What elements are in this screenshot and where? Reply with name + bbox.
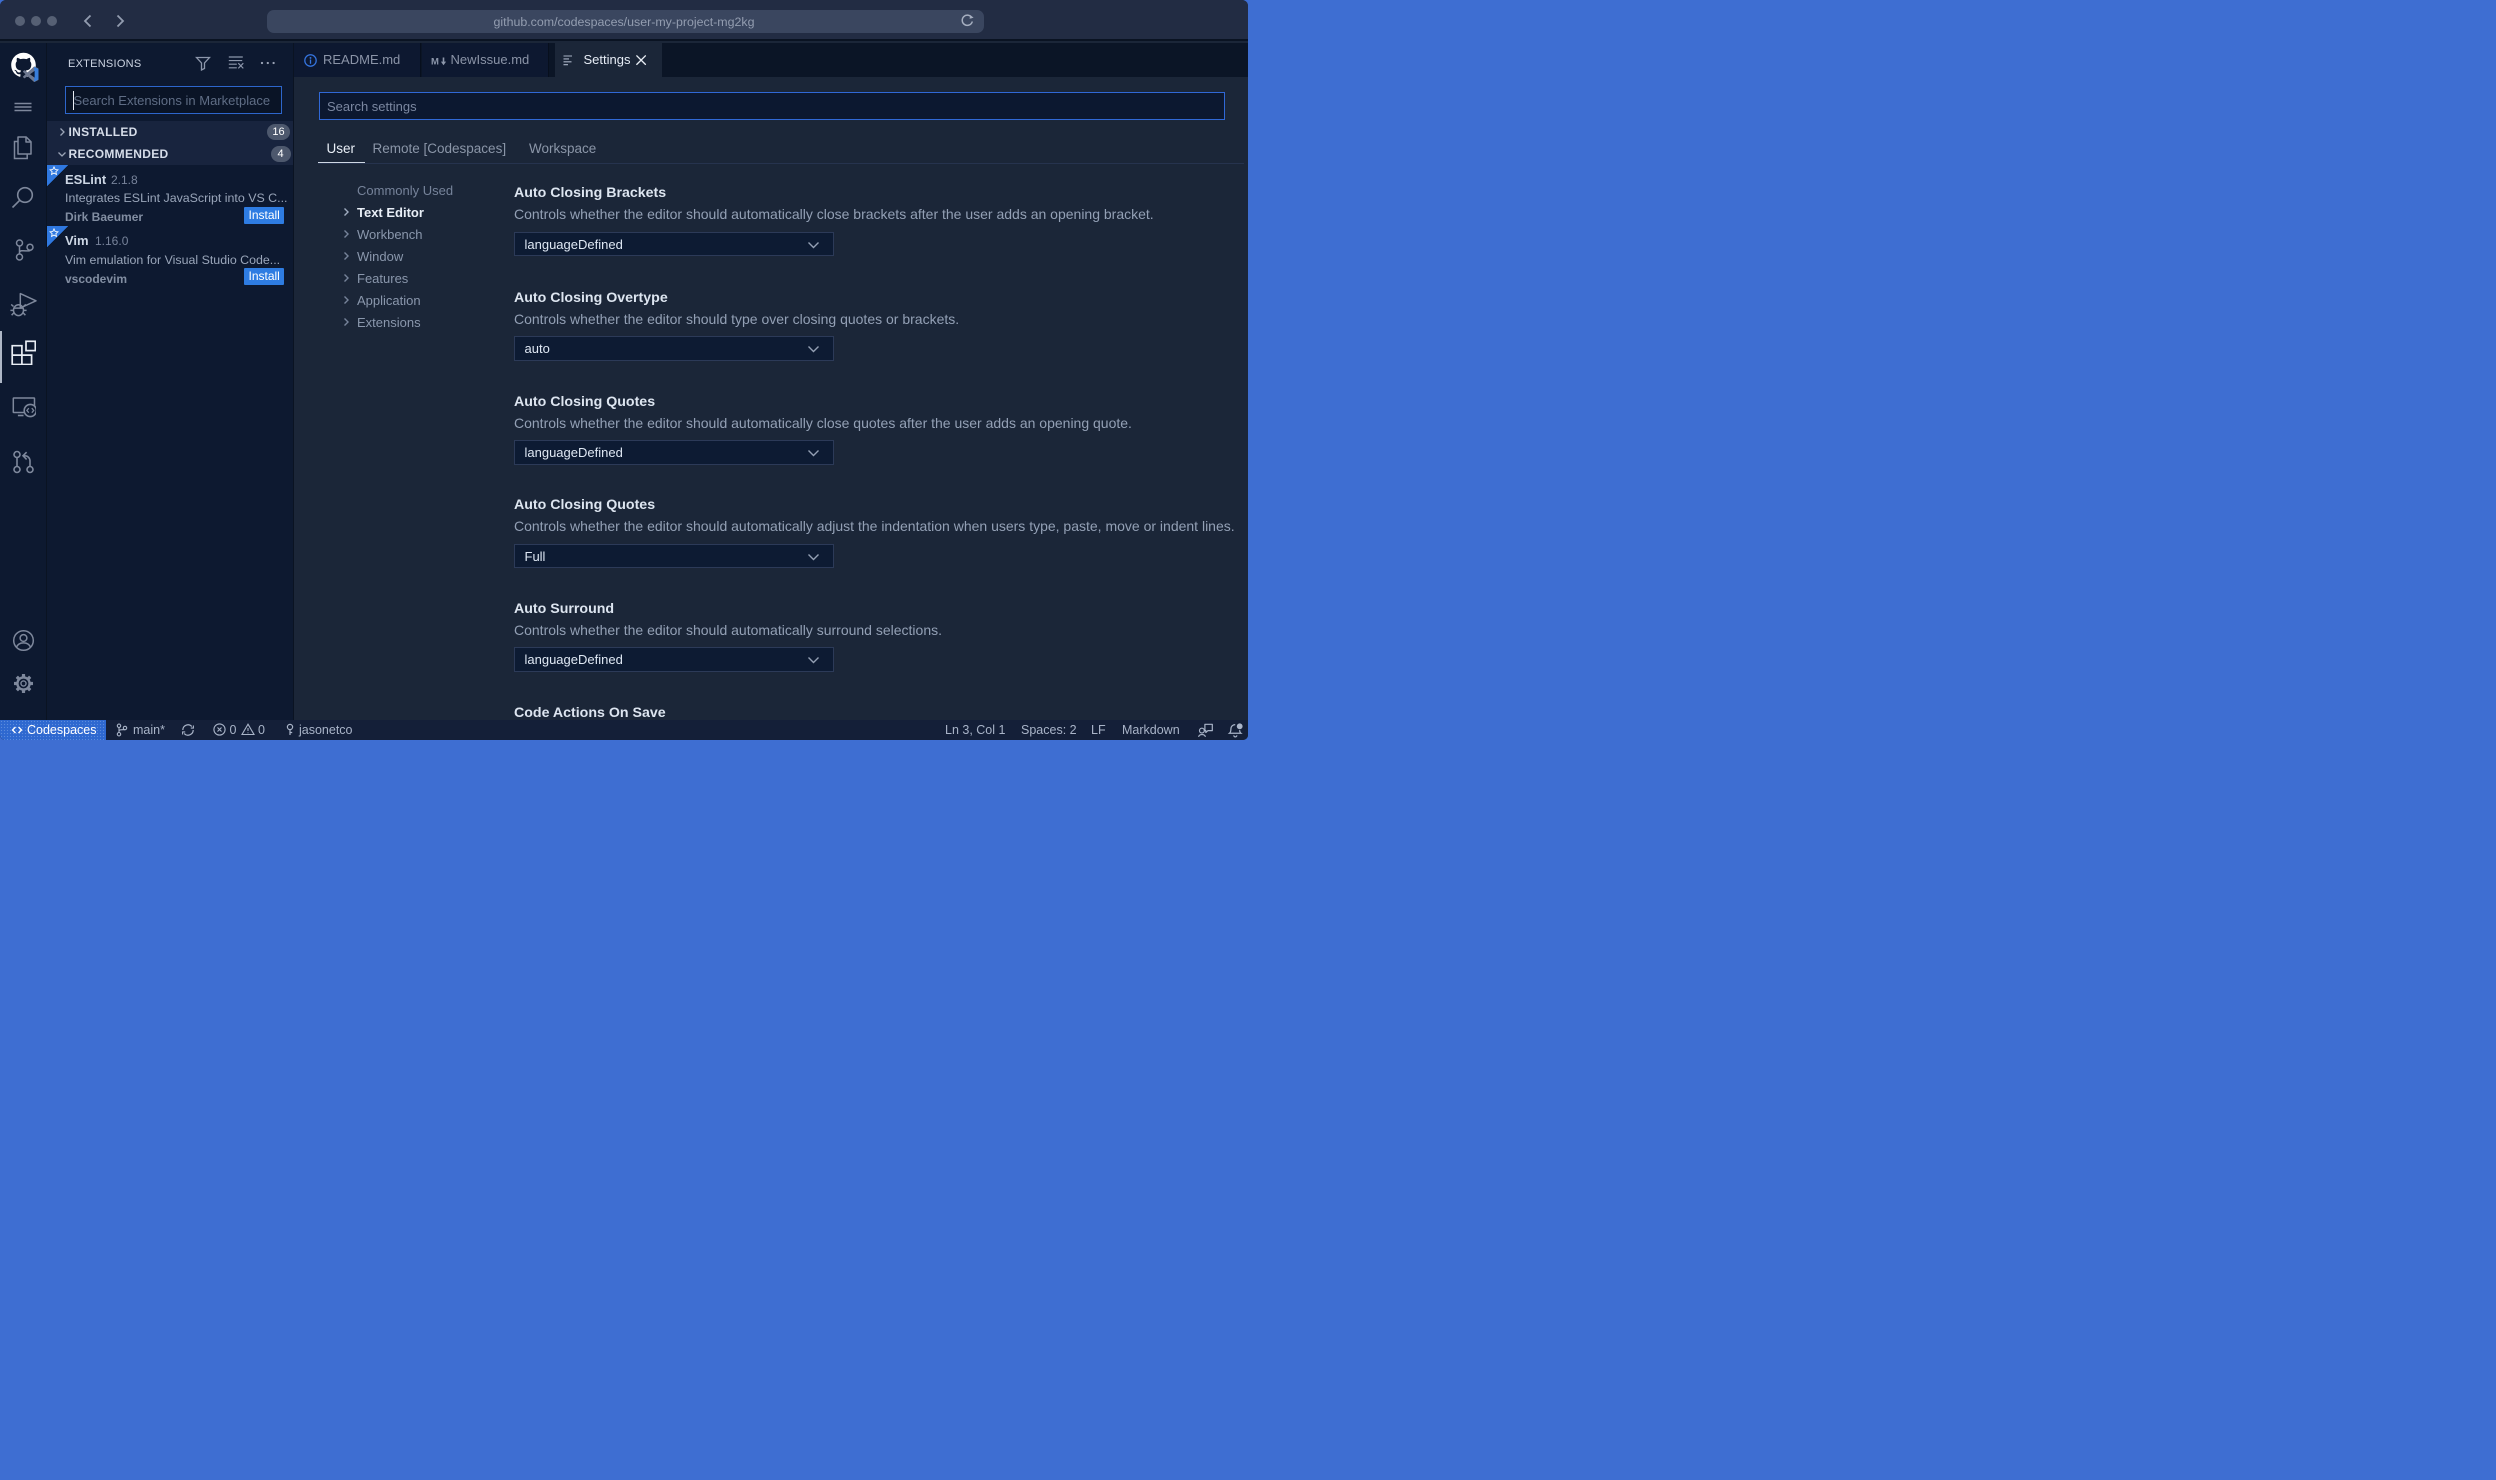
svg-text:M: M — [431, 56, 439, 67]
